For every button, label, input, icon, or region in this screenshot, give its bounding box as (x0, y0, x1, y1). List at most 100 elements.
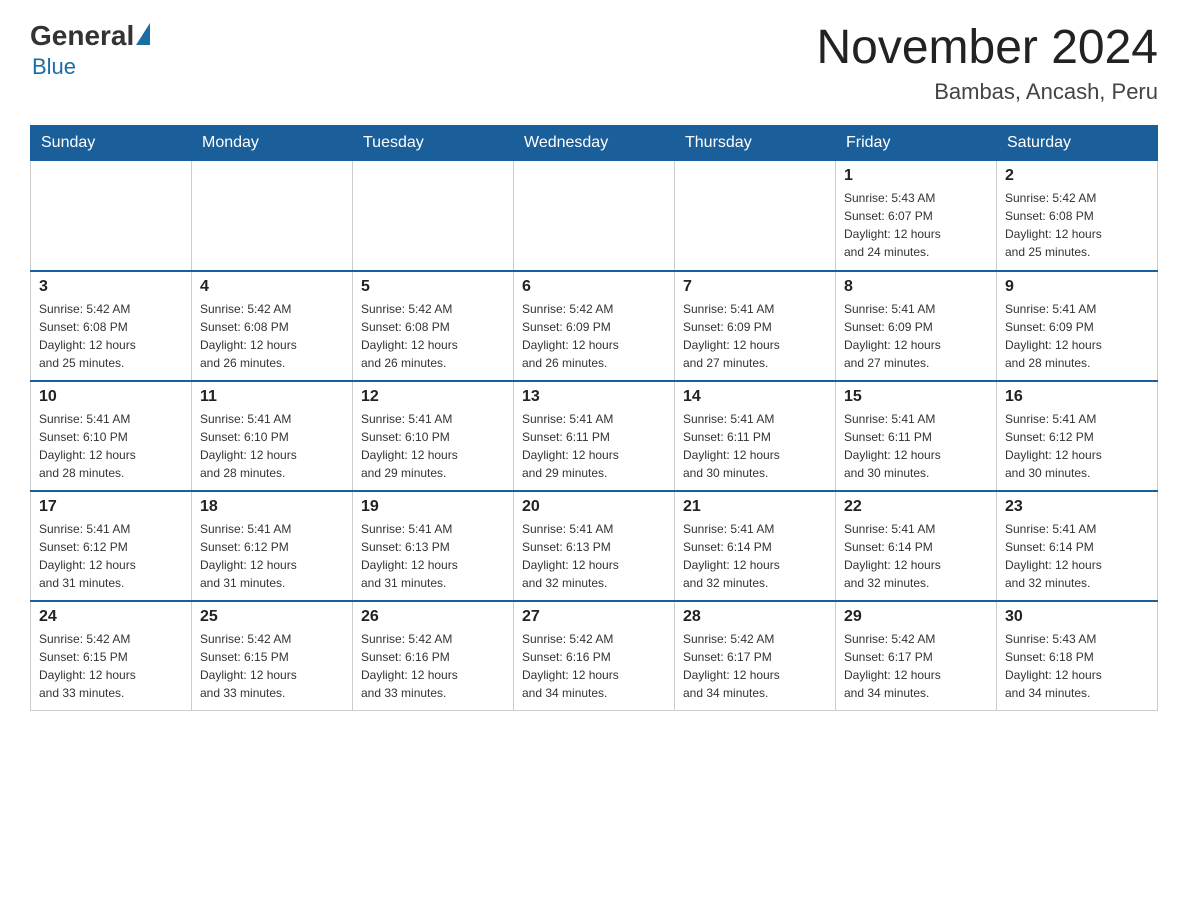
day-info: Sunrise: 5:41 AMSunset: 6:09 PMDaylight:… (1005, 300, 1149, 372)
day-number: 23 (1005, 498, 1149, 516)
calendar-cell: 4 Sunrise: 5:42 AMSunset: 6:08 PMDaylight… (192, 271, 353, 381)
day-number: 20 (522, 498, 666, 516)
weekday-header-sunday: Sunday (31, 126, 192, 161)
day-number: 16 (1005, 388, 1149, 406)
day-info: Sunrise: 5:43 AMSunset: 6:07 PMDaylight:… (844, 189, 988, 261)
day-number: 28 (683, 608, 827, 626)
calendar-cell: 24 Sunrise: 5:42 AMSunset: 6:15 PMDayligh… (31, 601, 192, 711)
calendar-cell: 26 Sunrise: 5:42 AMSunset: 6:16 PMDayligh… (353, 601, 514, 711)
calendar-week-row: 10 Sunrise: 5:41 AMSunset: 6:10 PMDayligh… (31, 381, 1158, 491)
day-info: Sunrise: 5:42 AMSunset: 6:17 PMDaylight:… (844, 630, 988, 702)
day-info: Sunrise: 5:42 AMSunset: 6:16 PMDaylight:… (361, 630, 505, 702)
calendar-cell (31, 161, 192, 271)
day-info: Sunrise: 5:42 AMSunset: 6:16 PMDaylight:… (522, 630, 666, 702)
calendar-week-row: 17 Sunrise: 5:41 AMSunset: 6:12 PMDayligh… (31, 491, 1158, 601)
day-number: 10 (39, 388, 183, 406)
day-info: Sunrise: 5:41 AMSunset: 6:09 PMDaylight:… (844, 300, 988, 372)
calendar-cell: 22 Sunrise: 5:41 AMSunset: 6:14 PMDayligh… (836, 491, 997, 601)
day-number: 13 (522, 388, 666, 406)
day-info: Sunrise: 5:42 AMSunset: 6:08 PMDaylight:… (200, 300, 344, 372)
day-info: Sunrise: 5:42 AMSunset: 6:08 PMDaylight:… (1005, 189, 1149, 261)
calendar-cell: 7 Sunrise: 5:41 AMSunset: 6:09 PMDaylight… (675, 271, 836, 381)
day-info: Sunrise: 5:41 AMSunset: 6:11 PMDaylight:… (683, 410, 827, 482)
calendar-cell: 12 Sunrise: 5:41 AMSunset: 6:10 PMDayligh… (353, 381, 514, 491)
day-number: 22 (844, 498, 988, 516)
day-info: Sunrise: 5:41 AMSunset: 6:12 PMDaylight:… (39, 520, 183, 592)
calendar-cell: 1 Sunrise: 5:43 AMSunset: 6:07 PMDaylight… (836, 161, 997, 271)
day-info: Sunrise: 5:41 AMSunset: 6:12 PMDaylight:… (1005, 410, 1149, 482)
day-number: 5 (361, 278, 505, 296)
title-area: November 2024 Bambas, Ancash, Peru (816, 20, 1158, 105)
weekday-header-tuesday: Tuesday (353, 126, 514, 161)
calendar-cell: 23Sunrise: 5:41 AMSunset: 6:14 PMDayligh… (997, 491, 1158, 601)
calendar-cell: 11Sunrise: 5:41 AMSunset: 6:10 PMDayligh… (192, 381, 353, 491)
day-number: 7 (683, 278, 827, 296)
page-header: General Blue November 2024 Bambas, Ancas… (30, 20, 1158, 105)
month-title: November 2024 (816, 20, 1158, 75)
calendar-cell: 14 Sunrise: 5:41 AMSunset: 6:11 PMDayligh… (675, 381, 836, 491)
calendar-header-row: SundayMondayTuesdayWednesdayThursdayFrid… (31, 126, 1158, 161)
day-info: Sunrise: 5:42 AMSunset: 6:08 PMDaylight:… (39, 300, 183, 372)
location-subtitle: Bambas, Ancash, Peru (816, 79, 1158, 105)
calendar-cell: 20 Sunrise: 5:41 AMSunset: 6:13 PMDayligh… (514, 491, 675, 601)
calendar-cell (192, 161, 353, 271)
weekday-header-friday: Friday (836, 126, 997, 161)
calendar-cell: 17 Sunrise: 5:41 AMSunset: 6:12 PMDayligh… (31, 491, 192, 601)
logo-triangle-icon (136, 23, 150, 45)
day-number: 6 (522, 278, 666, 296)
day-number: 24 (39, 608, 183, 626)
day-info: Sunrise: 5:41 AMSunset: 6:11 PMDaylight:… (522, 410, 666, 482)
calendar-cell: 8Sunrise: 5:41 AMSunset: 6:09 PMDaylight… (836, 271, 997, 381)
calendar-cell: 30Sunrise: 5:43 AMSunset: 6:18 PMDayligh… (997, 601, 1158, 711)
calendar-cell: 29 Sunrise: 5:42 AMSunset: 6:17 PMDayligh… (836, 601, 997, 711)
day-number: 14 (683, 388, 827, 406)
day-number: 27 (522, 608, 666, 626)
day-info: Sunrise: 5:41 AMSunset: 6:11 PMDaylight:… (844, 410, 988, 482)
calendar-cell: 10Sunrise: 5:41 AMSunset: 6:10 PMDayligh… (31, 381, 192, 491)
calendar-cell: 25Sunrise: 5:42 AMSunset: 6:15 PMDayligh… (192, 601, 353, 711)
day-info: Sunrise: 5:41 AMSunset: 6:14 PMDaylight:… (683, 520, 827, 592)
day-info: Sunrise: 5:41 AMSunset: 6:09 PMDaylight:… (683, 300, 827, 372)
day-number: 2 (1005, 167, 1149, 185)
calendar-cell: 27 Sunrise: 5:42 AMSunset: 6:16 PMDayligh… (514, 601, 675, 711)
calendar-cell: 16 Sunrise: 5:41 AMSunset: 6:12 PMDayligh… (997, 381, 1158, 491)
calendar-cell (353, 161, 514, 271)
calendar-cell: 15Sunrise: 5:41 AMSunset: 6:11 PMDayligh… (836, 381, 997, 491)
day-number: 11 (200, 388, 344, 406)
calendar-cell: 13 Sunrise: 5:41 AMSunset: 6:11 PMDayligh… (514, 381, 675, 491)
day-info: Sunrise: 5:41 AMSunset: 6:14 PMDaylight:… (844, 520, 988, 592)
calendar-cell (514, 161, 675, 271)
day-number: 1 (844, 167, 988, 185)
weekday-header-wednesday: Wednesday (514, 126, 675, 161)
day-number: 17 (39, 498, 183, 516)
calendar-cell: 19 Sunrise: 5:41 AMSunset: 6:13 PMDayligh… (353, 491, 514, 601)
day-info: Sunrise: 5:42 AMSunset: 6:15 PMDaylight:… (39, 630, 183, 702)
calendar-cell: 21Sunrise: 5:41 AMSunset: 6:14 PMDayligh… (675, 491, 836, 601)
day-number: 29 (844, 608, 988, 626)
logo-blue-text: Blue (32, 54, 76, 80)
day-info: Sunrise: 5:43 AMSunset: 6:18 PMDaylight:… (1005, 630, 1149, 702)
day-number: 19 (361, 498, 505, 516)
calendar-cell: 3 Sunrise: 5:42 AMSunset: 6:08 PMDaylight… (31, 271, 192, 381)
calendar-week-row: 1 Sunrise: 5:43 AMSunset: 6:07 PMDaylight… (31, 161, 1158, 271)
day-info: Sunrise: 5:41 AMSunset: 6:12 PMDaylight:… (200, 520, 344, 592)
day-info: Sunrise: 5:41 AMSunset: 6:10 PMDaylight:… (361, 410, 505, 482)
day-info: Sunrise: 5:42 AMSunset: 6:08 PMDaylight:… (361, 300, 505, 372)
calendar-cell: 5 Sunrise: 5:42 AMSunset: 6:08 PMDaylight… (353, 271, 514, 381)
day-number: 26 (361, 608, 505, 626)
calendar-cell (675, 161, 836, 271)
day-info: Sunrise: 5:41 AMSunset: 6:13 PMDaylight:… (361, 520, 505, 592)
day-info: Sunrise: 5:41 AMSunset: 6:13 PMDaylight:… (522, 520, 666, 592)
calendar-cell: 2 Sunrise: 5:42 AMSunset: 6:08 PMDaylight… (997, 161, 1158, 271)
logo: General Blue (30, 20, 152, 80)
calendar-cell: 18Sunrise: 5:41 AMSunset: 6:12 PMDayligh… (192, 491, 353, 601)
calendar-week-row: 3 Sunrise: 5:42 AMSunset: 6:08 PMDaylight… (31, 271, 1158, 381)
weekday-header-thursday: Thursday (675, 126, 836, 161)
day-number: 12 (361, 388, 505, 406)
calendar-week-row: 24 Sunrise: 5:42 AMSunset: 6:15 PMDayligh… (31, 601, 1158, 711)
day-info: Sunrise: 5:42 AMSunset: 6:17 PMDaylight:… (683, 630, 827, 702)
day-info: Sunrise: 5:42 AMSunset: 6:15 PMDaylight:… (200, 630, 344, 702)
day-number: 3 (39, 278, 183, 296)
day-number: 4 (200, 278, 344, 296)
calendar-cell: 28 Sunrise: 5:42 AMSunset: 6:17 PMDayligh… (675, 601, 836, 711)
